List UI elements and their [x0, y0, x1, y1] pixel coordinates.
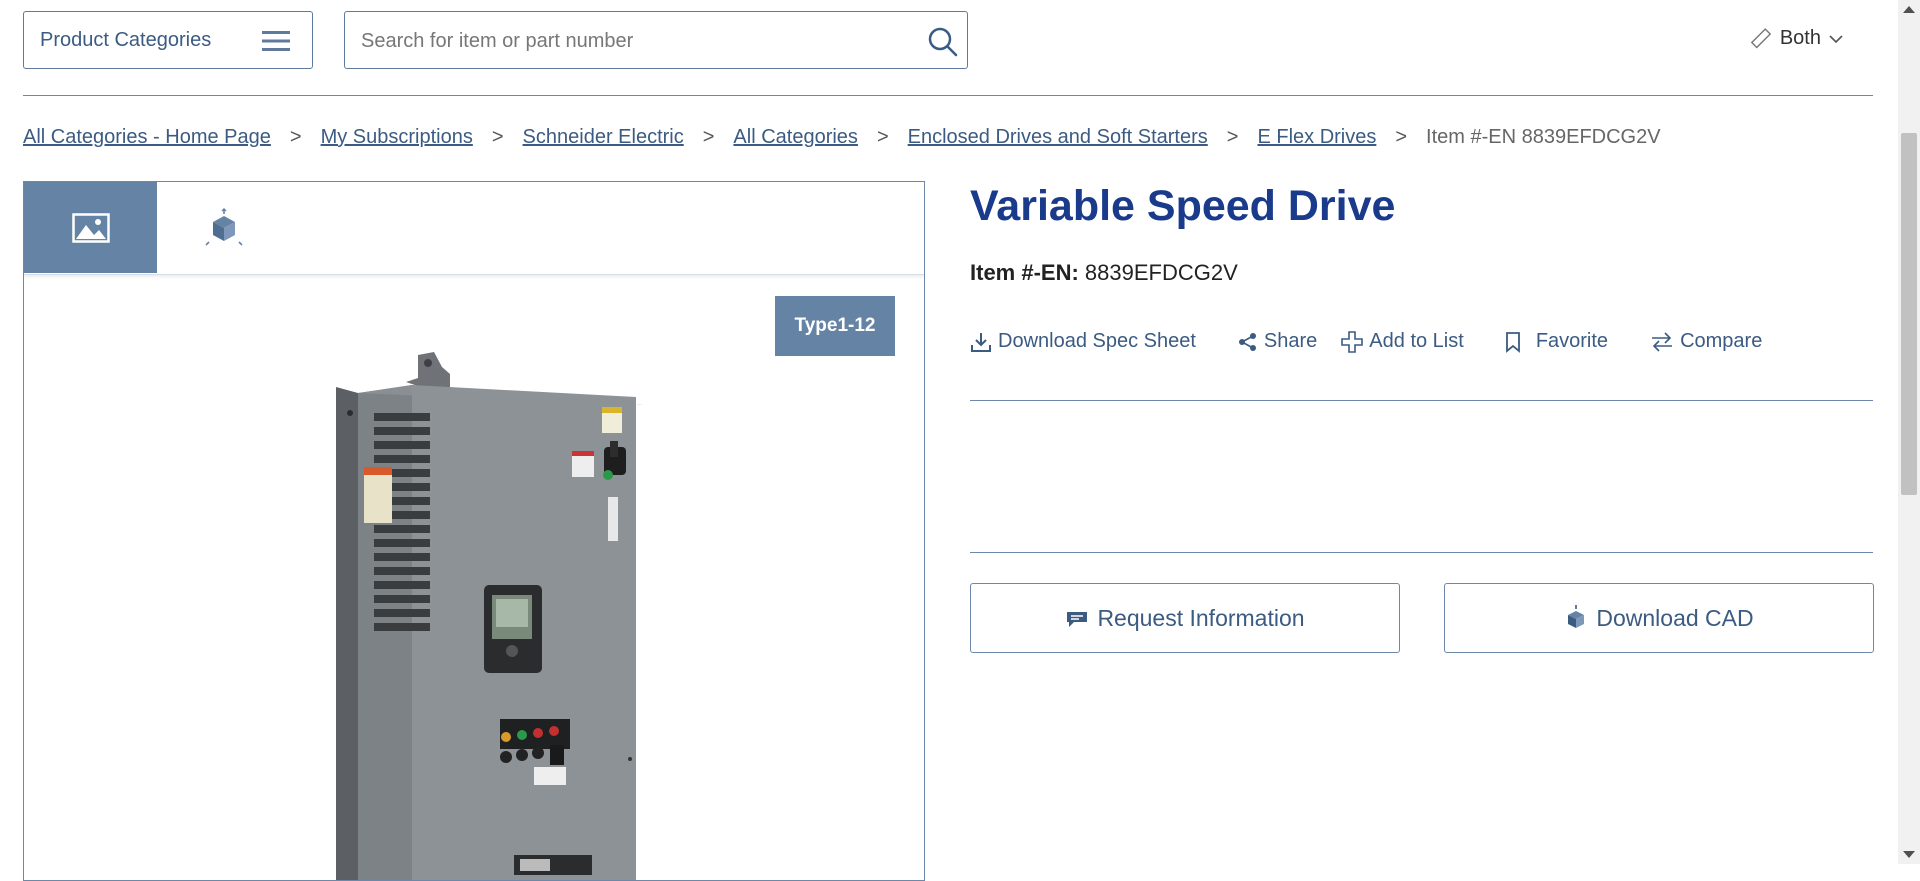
page-scrollbar[interactable]	[1898, 0, 1920, 864]
gallery-tabs	[24, 182, 924, 275]
tab-3d-view[interactable]	[157, 182, 290, 273]
product-categories-button[interactable]: Product Categories	[23, 11, 313, 69]
item-number-value: 8839EFDCG2V	[1084, 260, 1238, 285]
bookmark-icon	[1505, 331, 1520, 353]
compare-button[interactable]: Compare	[1650, 330, 1762, 353]
compare-label: Compare	[1680, 330, 1763, 352]
breadcrumb-separator: >	[876, 126, 889, 148]
breadcrumb: All Categories - Home Page > My Subscrip…	[23, 126, 1661, 149]
request-information-button[interactable]: Request Information	[970, 583, 1400, 653]
share-icon	[1238, 332, 1256, 351]
type-badge: Type1-12	[775, 296, 895, 356]
breadcrumb-current: Item #-EN 8839EFDCG2V	[1426, 126, 1661, 148]
search-icon[interactable]	[927, 26, 959, 58]
request-information-label: Request Information	[1097, 604, 1305, 631]
header-divider	[23, 95, 1873, 96]
download-spec-sheet-label: Download Spec Sheet	[998, 330, 1196, 352]
item-number: Item #-EN: 8839EFDCG2V	[970, 260, 1238, 286]
item-number-label: Item #-EN:	[970, 260, 1079, 285]
top-bar: Product Categories Both	[23, 11, 1873, 71]
product-title: Variable Speed Drive	[970, 182, 1396, 230]
units-toggle[interactable]: Both	[1750, 27, 1843, 50]
download-cad-label: Download CAD	[1596, 604, 1754, 631]
search-input[interactable]	[359, 24, 903, 58]
scrollbar-thumb[interactable]	[1901, 133, 1917, 495]
add-to-list-button[interactable]: Add to List	[1341, 330, 1464, 353]
message-icon	[1067, 612, 1088, 627]
breadcrumb-separator: >	[1226, 126, 1239, 148]
tab-images[interactable]	[24, 182, 157, 273]
product-gallery: Type1-12	[23, 181, 925, 881]
hamburger-menu-icon	[262, 31, 290, 51]
breadcrumb-link-schneider[interactable]: Schneider Electric	[523, 126, 684, 149]
breadcrumb-link-home[interactable]: All Categories - Home Page	[23, 126, 271, 149]
breadcrumb-link-subscriptions[interactable]: My Subscriptions	[321, 126, 473, 149]
search-box	[344, 11, 968, 69]
breadcrumb-link-all-categories[interactable]: All Categories	[733, 126, 858, 149]
compare-icon	[1652, 331, 1673, 352]
favorite-button[interactable]: Favorite	[1502, 330, 1608, 353]
chevron-down-icon	[1829, 34, 1843, 43]
scroll-up-arrow-icon[interactable]	[1903, 6, 1915, 13]
share-label: Share	[1263, 330, 1318, 352]
product-categories-label: Product Categories	[40, 28, 212, 51]
download-cad-button[interactable]: Download CAD	[1444, 583, 1874, 653]
share-button[interactable]: Share	[1238, 330, 1317, 353]
scroll-down-arrow-icon[interactable]	[1903, 851, 1915, 858]
favorite-label: Favorite	[1535, 330, 1609, 352]
download-icon	[971, 332, 991, 352]
cube-icon	[1568, 605, 1585, 628]
image-icon	[71, 212, 110, 243]
breadcrumb-link-enclosed-drives[interactable]: Enclosed Drives and Soft Starters	[908, 126, 1208, 149]
breadcrumb-separator: >	[491, 126, 504, 148]
3d-cube-icon	[204, 207, 243, 246]
add-to-list-label: Add to List	[1369, 330, 1464, 352]
breadcrumb-link-eflex[interactable]: E Flex Drives	[1257, 126, 1376, 149]
product-image	[336, 352, 644, 880]
breadcrumb-separator: >	[702, 126, 715, 148]
breadcrumb-separator: >	[1395, 126, 1408, 148]
divider-top	[970, 400, 1873, 401]
plus-icon	[1341, 330, 1364, 353]
download-spec-sheet-button[interactable]: Download Spec Sheet	[970, 330, 1196, 353]
ruler-icon	[1750, 27, 1772, 48]
breadcrumb-separator: >	[289, 126, 302, 148]
units-label: Both	[1779, 27, 1821, 49]
product-actions: Download Spec Sheet Share Add to List Fa…	[970, 330, 1762, 353]
divider-bottom	[970, 552, 1873, 553]
